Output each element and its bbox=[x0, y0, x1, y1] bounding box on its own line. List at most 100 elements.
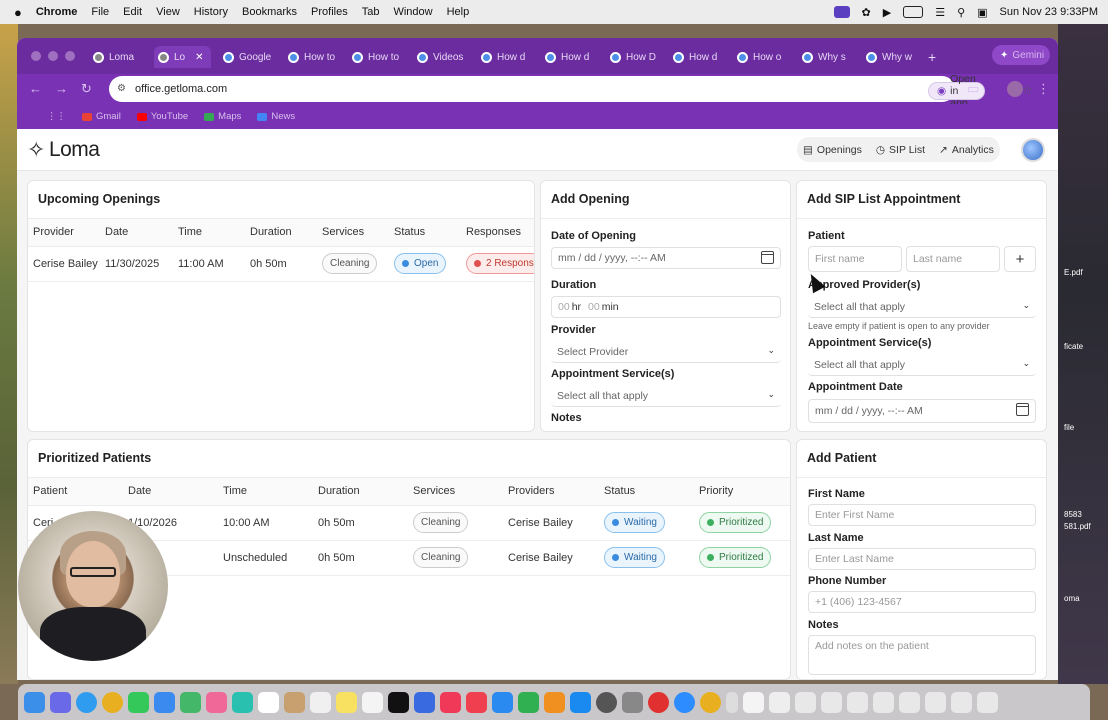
window-thumbnail-icon[interactable] bbox=[873, 691, 894, 713]
first-name-input[interactable]: First name bbox=[808, 246, 902, 272]
date-of-opening-input[interactable]: mm / dd / yyyy, --:-- AM bbox=[551, 247, 781, 269]
launchpad-icon[interactable] bbox=[50, 691, 71, 713]
notes-app-icon[interactable] bbox=[336, 691, 357, 713]
desktop-file-label[interactable]: file bbox=[1064, 423, 1108, 433]
settings-status-icon[interactable]: ✿ bbox=[862, 6, 871, 19]
menu-profiles[interactable]: Profiles bbox=[311, 6, 348, 18]
bookmark-star-icon[interactable]: ☆ bbox=[1022, 83, 1033, 97]
profile-avatar[interactable] bbox=[1007, 81, 1023, 97]
column-header[interactable]: Status bbox=[389, 219, 461, 247]
responses-badge[interactable]: 2 Respons bbox=[466, 253, 534, 274]
column-header[interactable]: Time bbox=[173, 219, 245, 247]
add-patient-plus-button[interactable]: + bbox=[1004, 246, 1036, 272]
window-thumbnail-icon[interactable] bbox=[951, 691, 972, 713]
provider-select[interactable]: Select Provider ⌄ bbox=[551, 341, 781, 363]
column-header[interactable]: Responses bbox=[461, 219, 534, 247]
finder-icon[interactable] bbox=[24, 691, 45, 713]
bookmark-maps[interactable]: Maps bbox=[204, 111, 241, 122]
browser-tab[interactable]: How d bbox=[545, 46, 589, 68]
column-header[interactable]: Providers bbox=[503, 478, 599, 506]
reload-icon[interactable]: ↻ bbox=[81, 81, 92, 97]
maps-icon[interactable] bbox=[180, 691, 201, 713]
nav-openings[interactable]: ▤ Openings bbox=[803, 144, 862, 156]
desktop-file-label[interactable]: E.pdf bbox=[1064, 268, 1108, 278]
browser-tab[interactable]: Why s bbox=[802, 46, 846, 68]
more-menu-icon[interactable]: ⋮ bbox=[1037, 81, 1050, 97]
column-header[interactable]: Date bbox=[100, 219, 173, 247]
keynote-icon[interactable] bbox=[492, 691, 513, 713]
spotlight-search-icon[interactable]: ⚲ bbox=[957, 6, 965, 19]
last-name-input[interactable]: Enter Last Name bbox=[808, 548, 1036, 570]
mail-icon[interactable] bbox=[154, 691, 175, 713]
control-center-icon[interactable]: ▣ bbox=[977, 6, 987, 19]
first-name-input[interactable]: Enter First Name bbox=[808, 504, 1036, 526]
column-header[interactable]: Duration bbox=[245, 219, 317, 247]
document-icon[interactable] bbox=[769, 691, 790, 713]
browser-tab[interactable]: Loma bbox=[93, 46, 134, 68]
address-bar[interactable]: ⚙ office.getloma.com ◉ Open in app ☆ bbox=[109, 73, 1033, 109]
reminders-icon[interactable] bbox=[310, 691, 331, 713]
calendar-icon[interactable] bbox=[761, 251, 774, 264]
numbers-icon[interactable] bbox=[518, 691, 539, 713]
duration-hours[interactable]: 00 bbox=[558, 301, 570, 313]
back-arrow-icon[interactable]: ← bbox=[29, 81, 42, 96]
menu-file[interactable]: File bbox=[91, 6, 109, 18]
bookmark-news[interactable]: News bbox=[257, 111, 295, 122]
table-row[interactable]: Cerise Bailey 11/30/2025 11:00 AM 0h 50m… bbox=[28, 246, 534, 282]
wifi-icon[interactable]: ☰ bbox=[935, 6, 945, 19]
menu-app-name[interactable]: Chrome bbox=[36, 6, 78, 18]
phone-number-input[interactable]: +1 (406) 123-4567 bbox=[808, 591, 1036, 613]
appointment-date-input[interactable]: mm / dd / yyyy, --:-- AM bbox=[808, 399, 1036, 423]
bookmark-gmail[interactable]: Gmail bbox=[82, 111, 121, 122]
todo-app-icon[interactable] bbox=[648, 691, 669, 713]
approved-providers-select[interactable]: Select all that apply ⌄ bbox=[808, 296, 1036, 318]
battery-icon[interactable] bbox=[903, 6, 924, 18]
duration-input[interactable]: 00 hr 00 min bbox=[551, 296, 781, 318]
apple-icon[interactable]: ● bbox=[14, 5, 22, 20]
webcam-overlay[interactable] bbox=[18, 511, 168, 661]
settings-app-icon[interactable] bbox=[414, 691, 435, 713]
window-thumbnail-icon[interactable] bbox=[821, 691, 842, 713]
desktop-file-label[interactable]: oma bbox=[1064, 594, 1108, 604]
news-app-icon[interactable] bbox=[466, 691, 487, 713]
menu-tab[interactable]: Tab bbox=[362, 6, 380, 18]
window-thumbnail-icon[interactable] bbox=[847, 691, 868, 713]
priority-badge[interactable]: Prioritized bbox=[699, 547, 772, 568]
browser-tab[interactable]: How o bbox=[737, 46, 781, 68]
column-header[interactable]: Priority bbox=[694, 478, 790, 506]
column-header[interactable]: Duration bbox=[313, 478, 408, 506]
browser-tab-active[interactable]: Lo ✕ bbox=[154, 46, 211, 68]
music-icon[interactable] bbox=[440, 691, 461, 713]
browser-tab[interactable]: Why w bbox=[866, 46, 912, 68]
menu-view[interactable]: View bbox=[156, 6, 180, 18]
browser-tab[interactable]: How to bbox=[288, 46, 335, 68]
menu-edit[interactable]: Edit bbox=[123, 6, 142, 18]
browser-tab[interactable]: How d bbox=[673, 46, 717, 68]
duration-minutes[interactable]: 00 bbox=[588, 301, 600, 313]
column-header[interactable]: Time bbox=[218, 478, 313, 506]
notes-textarea[interactable]: Add notes on the patient bbox=[808, 635, 1036, 675]
calendar-icon[interactable] bbox=[1016, 403, 1029, 416]
apps-grid-icon[interactable]: ⋮⋮ bbox=[47, 111, 66, 122]
column-header[interactable]: Patient bbox=[28, 478, 123, 506]
nav-sip-list[interactable]: ◷ SIP List bbox=[876, 144, 925, 156]
site-info-icon[interactable]: ⚙ bbox=[117, 83, 126, 94]
zoom-window-button[interactable] bbox=[65, 51, 75, 61]
freeform-icon[interactable] bbox=[362, 691, 383, 713]
pages-icon[interactable] bbox=[544, 691, 565, 713]
chrome-icon[interactable] bbox=[102, 691, 123, 713]
messages-icon[interactable] bbox=[128, 691, 149, 713]
user-avatar[interactable] bbox=[1021, 138, 1045, 162]
browser-tab[interactable]: How D bbox=[610, 46, 656, 68]
priority-badge[interactable]: Prioritized bbox=[699, 512, 772, 533]
loma-logo[interactable]: ✧ Loma bbox=[27, 137, 100, 163]
column-header[interactable]: Services bbox=[317, 219, 389, 247]
document-icon[interactable] bbox=[743, 691, 764, 713]
desktop-file-label[interactable]: 8583 bbox=[1064, 510, 1108, 520]
window-thumbnail-icon[interactable] bbox=[925, 691, 946, 713]
play-status-icon[interactable]: ▶ bbox=[883, 6, 891, 19]
menu-bookmarks[interactable]: Bookmarks bbox=[242, 6, 297, 18]
calendar-app-icon[interactable] bbox=[258, 691, 279, 713]
column-header[interactable]: Status bbox=[599, 478, 694, 506]
window-thumbnail-icon[interactable] bbox=[795, 691, 816, 713]
